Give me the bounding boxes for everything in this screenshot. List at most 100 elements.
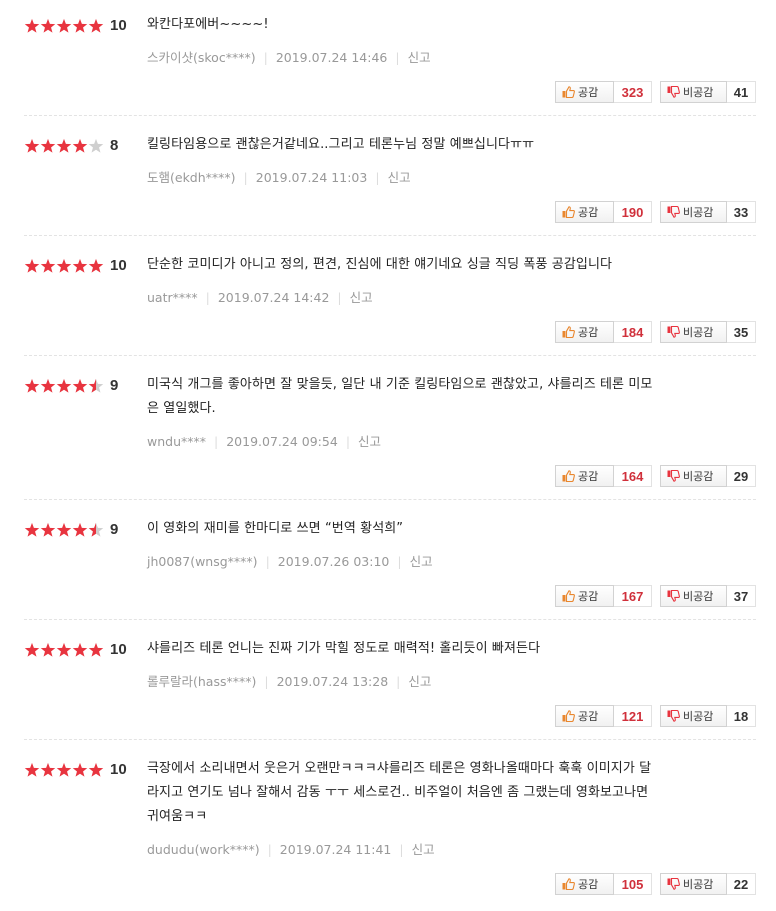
dislike-label: 비공감: [683, 878, 714, 891]
review-text: 와칸다포에버~~~~!: [147, 13, 747, 37]
review-item: 10 샤를리즈 테론 언니는 진짜 기가 막힐 정도로 매력적! 홀리듯이 빠져든…: [24, 641, 756, 727]
dislike-label: 비공감: [683, 86, 714, 99]
thumbs-down-icon: [667, 710, 680, 722]
star-rating: [24, 378, 104, 393]
like-button[interactable]: 공감: [555, 321, 614, 343]
vote-buttons: 공감 190 비공감 33: [555, 201, 756, 223]
dislike-count: 22: [727, 873, 756, 895]
rating-score: 10: [110, 641, 127, 658]
star-rating: [24, 762, 104, 777]
dislike-button[interactable]: 비공감: [660, 81, 727, 103]
meta-separator: |: [337, 290, 342, 305]
dislike-button[interactable]: 비공감: [660, 585, 727, 607]
thumbs-down-icon: [667, 878, 680, 890]
meta-separator: |: [399, 842, 404, 857]
thumbs-down-icon: [667, 206, 680, 218]
review-text: 샤를리즈 테론 언니는 진짜 기가 막힐 정도로 매력적! 홀리듯이 빠져든다: [147, 637, 747, 661]
star-icon: [56, 258, 72, 273]
dislike-button[interactable]: 비공감: [660, 321, 727, 343]
report-link[interactable]: 신고: [388, 170, 411, 185]
dislike-button[interactable]: 비공감: [660, 465, 727, 487]
meta-separator: |: [267, 842, 272, 857]
thumbs-up-icon: [562, 206, 575, 218]
dislike-button[interactable]: 비공감: [660, 705, 727, 727]
review-date: 2019.07.24 11:03: [255, 170, 368, 185]
report-link[interactable]: 신고: [410, 554, 433, 569]
star-icon: [88, 642, 104, 657]
thumbs-up-icon: [562, 86, 575, 98]
like-label: 공감: [578, 590, 599, 603]
thumbs-up-icon: [562, 878, 575, 890]
review-meta: dududu(work****) | 2019.07.24 11:41 | 신고: [147, 839, 435, 858]
star-icon: [56, 762, 72, 777]
like-button[interactable]: 공감: [555, 465, 614, 487]
review-date: 2019.07.26 03:10: [277, 554, 390, 569]
report-link[interactable]: 신고: [408, 674, 431, 689]
meta-separator: |: [243, 170, 248, 185]
report-link[interactable]: 신고: [412, 842, 435, 857]
review-divider: [24, 739, 756, 740]
like-count: 323: [614, 81, 652, 103]
review-text: 킬링타임용으로 괜찮은거같네요..그리고 테론누님 정말 예쁘십니다ㅠㅠ: [147, 133, 747, 157]
review-meta: 롤루랄라(hass****) | 2019.07.24 13:28 | 신고: [147, 671, 431, 690]
dislike-label: 비공감: [683, 326, 714, 339]
vote-buttons: 공감 167 비공감 37: [555, 585, 756, 607]
like-button[interactable]: 공감: [555, 705, 614, 727]
thumbs-down-icon: [667, 470, 680, 482]
like-count: 121: [614, 705, 652, 727]
star-icon: [56, 18, 72, 33]
star-icon: [88, 18, 104, 33]
thumbs-down-icon: [667, 86, 680, 98]
vote-buttons: 공감 121 비공감 18: [555, 705, 756, 727]
star-rating: [24, 18, 104, 33]
reviewer-name: 롤루랄라(hass****): [147, 674, 257, 689]
star-icon: [72, 522, 88, 537]
star-icon: [40, 642, 56, 657]
like-label: 공감: [578, 86, 599, 99]
review-item: 9 이 영화의 재미를 한마디로 쓰면 “번역 황석희” jh0087(wnsg**…: [24, 521, 756, 607]
thumbs-up-icon: [562, 590, 575, 602]
thumbs-up-icon: [562, 470, 575, 482]
vote-buttons: 공감 164 비공감 29: [555, 465, 756, 487]
star-icon: [88, 258, 104, 273]
rating-score: 9: [110, 377, 119, 394]
meta-separator: |: [263, 50, 268, 65]
star-icon: [72, 18, 88, 33]
like-button[interactable]: 공감: [555, 585, 614, 607]
dislike-count: 37: [727, 585, 756, 607]
star-icon: [72, 378, 88, 393]
star-icon: [88, 378, 104, 393]
star-icon: [40, 258, 56, 273]
dislike-button[interactable]: 비공감: [660, 201, 727, 223]
review-divider: [24, 115, 756, 116]
review-text-line: 샤를리즈 테론 언니는 진짜 기가 막힐 정도로 매력적! 홀리듯이 빠져든다: [147, 641, 541, 656]
rating-score: 9: [110, 521, 119, 538]
review-date: 2019.07.24 14:46: [275, 50, 388, 65]
like-count: 184: [614, 321, 652, 343]
meta-separator: |: [205, 290, 210, 305]
dislike-count: 35: [727, 321, 756, 343]
report-link[interactable]: 신고: [350, 290, 373, 305]
meta-separator: |: [214, 434, 219, 449]
star-icon: [56, 138, 72, 153]
dislike-count: 41: [727, 81, 756, 103]
star-icon: [40, 762, 56, 777]
review-date: 2019.07.24 13:28: [276, 674, 389, 689]
dislike-label: 비공감: [683, 590, 714, 603]
dislike-count: 29: [727, 465, 756, 487]
dislike-button[interactable]: 비공감: [660, 873, 727, 895]
reviewer-name: dududu(work****): [147, 842, 260, 857]
star-rating: [24, 138, 104, 153]
review-meta: uatr**** | 2019.07.24 14:42 | 신고: [147, 287, 373, 306]
dislike-label: 비공감: [683, 206, 714, 219]
like-button[interactable]: 공감: [555, 201, 614, 223]
reviewer-name: jh0087(wnsg****): [147, 554, 258, 569]
report-link[interactable]: 신고: [358, 434, 381, 449]
like-button[interactable]: 공감: [555, 81, 614, 103]
like-button[interactable]: 공감: [555, 873, 614, 895]
review-text: 단순한 코미디가 아니고 정의, 편견, 진심에 대한 얘기네요 싱글 직딩 폭…: [147, 253, 747, 277]
review-text: 극장에서 소리내면서 웃은거 오랜만ㅋㅋㅋ샤를리즈 테론은 영화나올때마다 훅훅…: [147, 757, 747, 829]
star-rating: [24, 642, 104, 657]
star-icon: [24, 18, 40, 33]
report-link[interactable]: 신고: [408, 50, 431, 65]
